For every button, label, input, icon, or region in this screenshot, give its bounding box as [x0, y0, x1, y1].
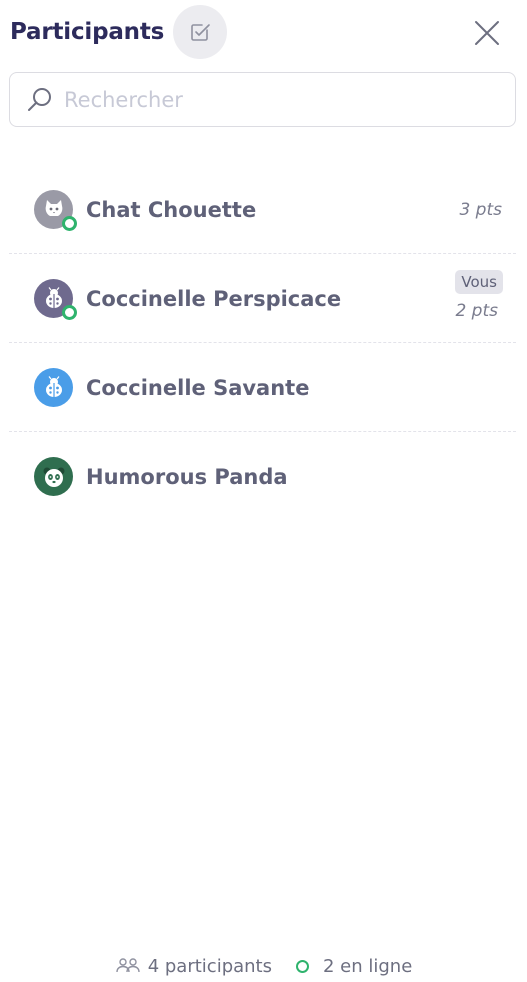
participant-points: 3 pts [459, 200, 502, 220]
close-icon [475, 21, 499, 45]
avatar [34, 457, 73, 496]
group-icon [116, 958, 140, 973]
list-item[interactable]: Humorous Panda [9, 432, 516, 521]
edit-check-icon [191, 24, 210, 41]
search-icon [28, 88, 51, 111]
avatar [34, 190, 77, 231]
list-item[interactable]: Chat Chouette 3 pts [9, 165, 516, 254]
avatar [34, 368, 73, 407]
participants-footer: 4 participants 2 en ligne [0, 948, 527, 982]
participant-name: Humorous Panda [86, 465, 288, 489]
close-button[interactable] [470, 16, 504, 50]
participant-name: Chat Chouette [86, 198, 257, 222]
participants-count: 4 participants [147, 955, 272, 977]
edit-button[interactable] [173, 5, 227, 59]
participant-name: Coccinelle Perspicace [86, 287, 342, 311]
panel-header: Participants [0, 0, 527, 64]
search-input[interactable] [64, 81, 494, 119]
online-indicator [62, 216, 77, 231]
panel-title: Participants [10, 19, 165, 45]
panda-icon [43, 467, 64, 487]
ladybug-icon [45, 375, 62, 397]
participants-panel: Participants Rechercher Chat Chouette 3 … [0, 0, 527, 982]
participant-points: 2 pts [455, 301, 498, 321]
list-item[interactable]: Coccinelle Savante [9, 343, 516, 432]
you-badge: Vous [455, 270, 503, 294]
online-count: 2 en ligne [323, 955, 413, 977]
online-status-icon [296, 959, 309, 973]
search-box [9, 72, 516, 127]
avatar [34, 279, 77, 320]
participants-list: Chat Chouette 3 pts Coccinelle Perspicac… [0, 165, 527, 521]
list-item[interactable]: Coccinelle Perspicace Vous 2 pts [9, 254, 516, 343]
online-indicator [62, 305, 77, 320]
participant-name: Coccinelle Savante [86, 376, 310, 400]
